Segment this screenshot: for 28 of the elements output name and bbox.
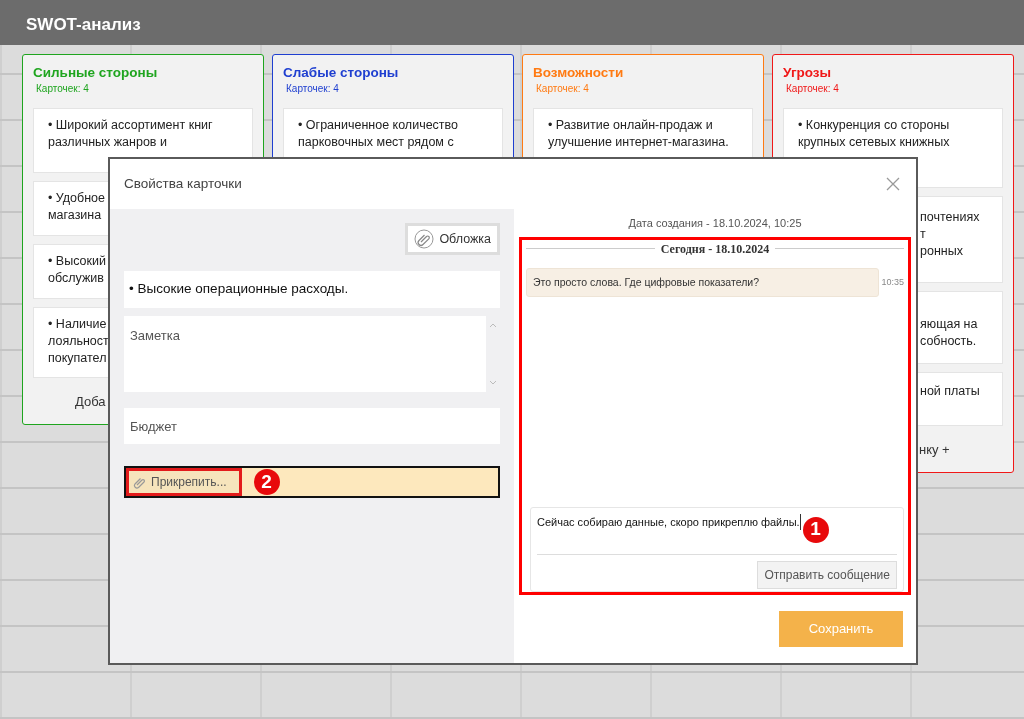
column-title: Сильные стороны — [33, 65, 159, 81]
column-title: Возможности — [533, 65, 625, 81]
column-title: Угрозы — [783, 65, 833, 81]
card-count: Карточек: 4 — [535, 82, 590, 96]
step-marker: 1 — [802, 516, 829, 543]
card-count: Карточек: 4 — [285, 82, 340, 96]
card-count: Карточек: 4 — [785, 82, 840, 96]
app-title: SWOT-анализ — [0, 0, 1024, 45]
step-marker: 2 — [253, 469, 280, 495]
card-title-field[interactable]: • Высокие операционные расходы. — [124, 271, 500, 308]
dialog-title: Свойства карточки — [124, 174, 242, 193]
budget-field[interactable]: Бюджет — [124, 408, 500, 444]
column-title: Слабые стороны — [283, 65, 400, 81]
day-divider: Сегодня - 18.10.2024 — [526, 239, 904, 258]
cover-button[interactable]: Обложка — [405, 223, 500, 255]
note-field[interactable]: Заметка — [124, 316, 487, 392]
scroll-down-icon[interactable] — [489, 380, 498, 386]
paperclip-icon — [133, 475, 147, 489]
card-count: Карточек: 4 — [35, 82, 90, 96]
message-time: 10:35 — [881, 275, 904, 289]
send-message-button[interactable]: Отправить сообщение — [757, 560, 897, 589]
paperclip-icon — [414, 229, 435, 249]
scroll-up-icon[interactable] — [489, 322, 498, 328]
message-field[interactable]: Сейчас собираю данные, скоро прикреплю файлы. — [537, 513, 801, 530]
creation-date: Дата создания - 18.10.2024, 10:25 — [627, 216, 803, 231]
chat-message: Это просто слова. Где цифровые показатели? — [526, 267, 880, 298]
close-icon[interactable] — [886, 177, 900, 191]
attach-button[interactable]: Прикрепить... — [126, 468, 242, 496]
